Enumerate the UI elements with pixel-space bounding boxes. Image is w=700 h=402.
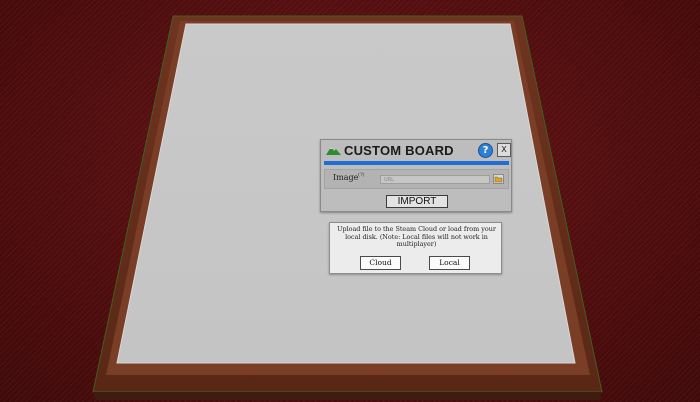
image-row: Image (?) URL: [324, 169, 509, 189]
image-help-hint[interactable]: (?): [358, 172, 365, 178]
board-frame-edge: [93, 392, 602, 400]
cloud-button[interactable]: Cloud: [360, 256, 401, 270]
mountain-icon: [326, 147, 341, 155]
local-button[interactable]: Local: [429, 256, 470, 270]
image-url-input[interactable]: URL: [380, 175, 490, 184]
dialog-title: CUSTOM BOARD: [344, 143, 454, 158]
custom-board-dialog: CUSTOM BOARD ? X Image (?) URL IMPORT: [320, 139, 512, 212]
folder-icon[interactable]: [493, 174, 504, 184]
help-icon[interactable]: ?: [478, 143, 493, 158]
import-button[interactable]: IMPORT: [386, 195, 448, 208]
dialog-title-bar[interactable]: CUSTOM BOARD ? X: [321, 140, 511, 162]
upload-popup: Upload file to the Steam Cloud or load f…: [329, 222, 502, 274]
image-label: Image: [333, 173, 359, 182]
close-icon[interactable]: X: [497, 143, 511, 157]
title-accent-bar: [324, 161, 509, 165]
upload-message: Upload file to the Steam Cloud or load f…: [337, 225, 496, 249]
